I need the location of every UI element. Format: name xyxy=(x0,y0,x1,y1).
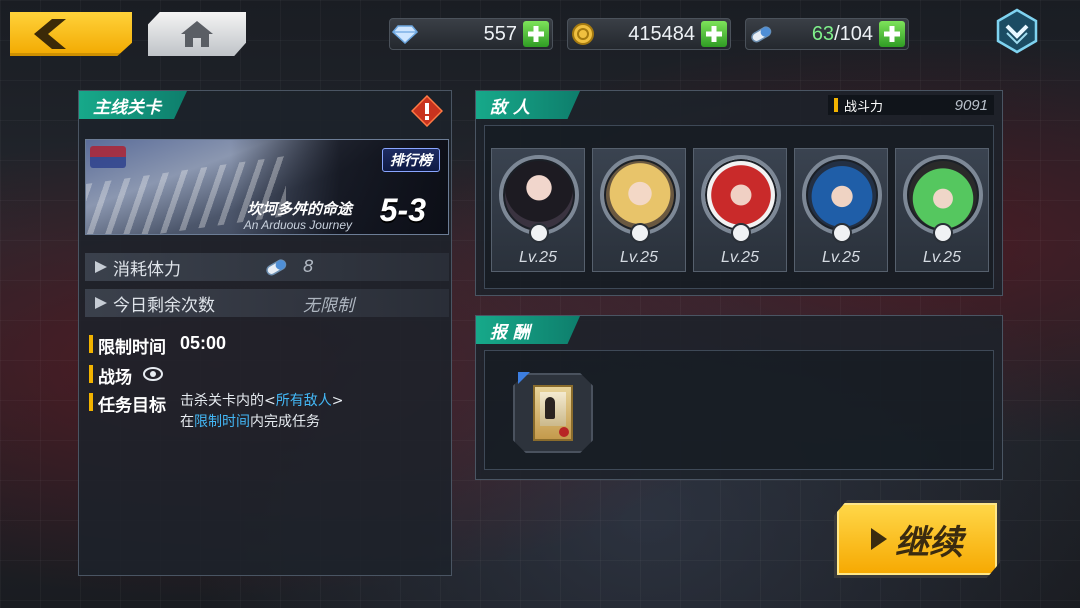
gold-count: 415484 xyxy=(628,22,695,45)
remaining-attempts-value: 无限制 xyxy=(303,295,354,316)
stamina-current: 63 xyxy=(811,22,835,45)
stage-banner[interactable]: 排行榜 坎坷多舛的命途 An Arduous Journey 5-3 xyxy=(85,139,449,235)
back-button[interactable] xyxy=(10,12,132,56)
enemy-level: Lv.25 xyxy=(721,249,759,266)
reward-item-card[interactable] xyxy=(513,373,593,453)
stage-number: 5-3 xyxy=(379,192,426,228)
gold-counter: 415484 xyxy=(567,18,731,50)
time-limit-row: 限制时间 05:00 xyxy=(89,333,226,358)
add-gold-button[interactable] xyxy=(701,21,727,47)
reward-list xyxy=(484,350,994,470)
home-button[interactable] xyxy=(148,12,246,56)
gem-count: 557 xyxy=(483,22,517,45)
combat-power-label: 战斗力 xyxy=(844,99,884,115)
continue-button[interactable]: 继续 xyxy=(834,500,1000,578)
warning-icon[interactable] xyxy=(410,94,444,128)
row-arrow-icon xyxy=(95,297,107,309)
enemy-level: Lv.25 xyxy=(923,249,961,266)
enemy-card[interactable]: Lv.25 xyxy=(895,148,989,272)
gem-counter: 557 xyxy=(389,18,553,50)
enemy-list: Lv.25 Lv.25 Lv.25 Lv.25 Lv.25 xyxy=(484,125,994,289)
time-limit-value: 05:00 xyxy=(180,333,227,353)
enemy-level: Lv.25 xyxy=(519,249,557,266)
time-limit-label: 限制时间 xyxy=(98,338,166,358)
remaining-attempts-label: 今日剩余次数 xyxy=(113,295,215,316)
enemy-section-label: 敌 人 xyxy=(476,91,580,119)
enemy-level: Lv.25 xyxy=(822,249,860,266)
objective-row: 任务目标 击杀关卡内的<所有敌人> 在限制时间内完成任务 xyxy=(89,391,343,433)
stamina-cost-label: 消耗体力 xyxy=(113,259,181,280)
all-enemies-link[interactable]: 所有敌人 xyxy=(276,393,332,409)
objective-line-2: 在限制时间内完成任务 xyxy=(180,414,320,430)
stamina-capsule-icon xyxy=(266,259,287,276)
back-arrow-icon xyxy=(34,19,66,49)
battlefield-label: 战场 xyxy=(98,368,132,388)
objective-text: 击杀关卡内的<所有敌人> 在限制时间内完成任务 xyxy=(180,391,343,433)
stage-subtitle: An Arduous Journey xyxy=(243,218,352,232)
remaining-attempts-row: 今日剩余次数 无限制 xyxy=(85,289,449,317)
continue-label: 继续 xyxy=(895,522,963,563)
enemy-badge-icon xyxy=(731,223,751,243)
enemy-badge-icon xyxy=(933,223,953,243)
eye-icon[interactable] xyxy=(142,363,164,385)
enemy-card[interactable]: Lv.25 xyxy=(693,148,787,272)
stamina-capsule-icon xyxy=(746,19,776,49)
add-stamina-button[interactable] xyxy=(879,21,905,47)
enemy-badge-icon xyxy=(529,223,549,243)
enemy-level: Lv.25 xyxy=(620,249,658,266)
combat-power-value: 9091 xyxy=(954,96,988,114)
banner-emblem xyxy=(90,146,126,168)
enemy-card[interactable]: Lv.25 xyxy=(592,148,686,272)
stage-info-panel: 主线关卡 排行榜 坎坷多舛的命途 An Arduous Journey 5-3 … xyxy=(78,90,452,576)
stage-section-label: 主线关卡 xyxy=(79,91,187,119)
time-limit-link[interactable]: 限制时间 xyxy=(194,414,250,430)
enemy-card[interactable]: Lv.25 xyxy=(794,148,888,272)
menu-button[interactable] xyxy=(994,8,1040,54)
ranking-button[interactable]: 排行榜 xyxy=(382,148,440,172)
combat-power: 战斗力 9091 xyxy=(828,95,994,115)
enemy-card[interactable]: Lv.25 xyxy=(491,148,585,272)
enemy-badge-icon xyxy=(832,223,852,243)
row-arrow-icon xyxy=(95,261,107,273)
battlefield-row: 战场 xyxy=(89,363,164,388)
enemy-panel: 敌 人 战斗力 9091 Lv.25 Lv.25 Lv.25 Lv.25 Lv.… xyxy=(475,90,1003,296)
home-icon xyxy=(181,21,213,47)
card-icon xyxy=(533,385,573,441)
chevron-down-icon xyxy=(996,8,1038,54)
stamina-counter: 63/104 xyxy=(745,18,909,50)
gold-coin-icon xyxy=(568,19,598,49)
add-gems-button[interactable] xyxy=(523,21,549,47)
stage-title: 坎坷多舛的命途 xyxy=(246,200,352,218)
reward-panel: 报 酬 xyxy=(475,315,1003,480)
objective-label: 任务目标 xyxy=(98,396,166,416)
objective-line-1: 击杀关卡内的<所有敌人> xyxy=(180,393,344,409)
play-icon xyxy=(871,528,887,550)
stamina-cost-row: 消耗体力 8 xyxy=(85,253,449,281)
enemy-badge-icon xyxy=(630,223,650,243)
stamina-max: /104 xyxy=(834,22,873,45)
gem-icon xyxy=(390,19,420,49)
reward-section-label: 报 酬 xyxy=(476,316,580,344)
stamina-count: 63/104 xyxy=(776,23,879,46)
stamina-cost-value: 8 xyxy=(303,257,314,277)
